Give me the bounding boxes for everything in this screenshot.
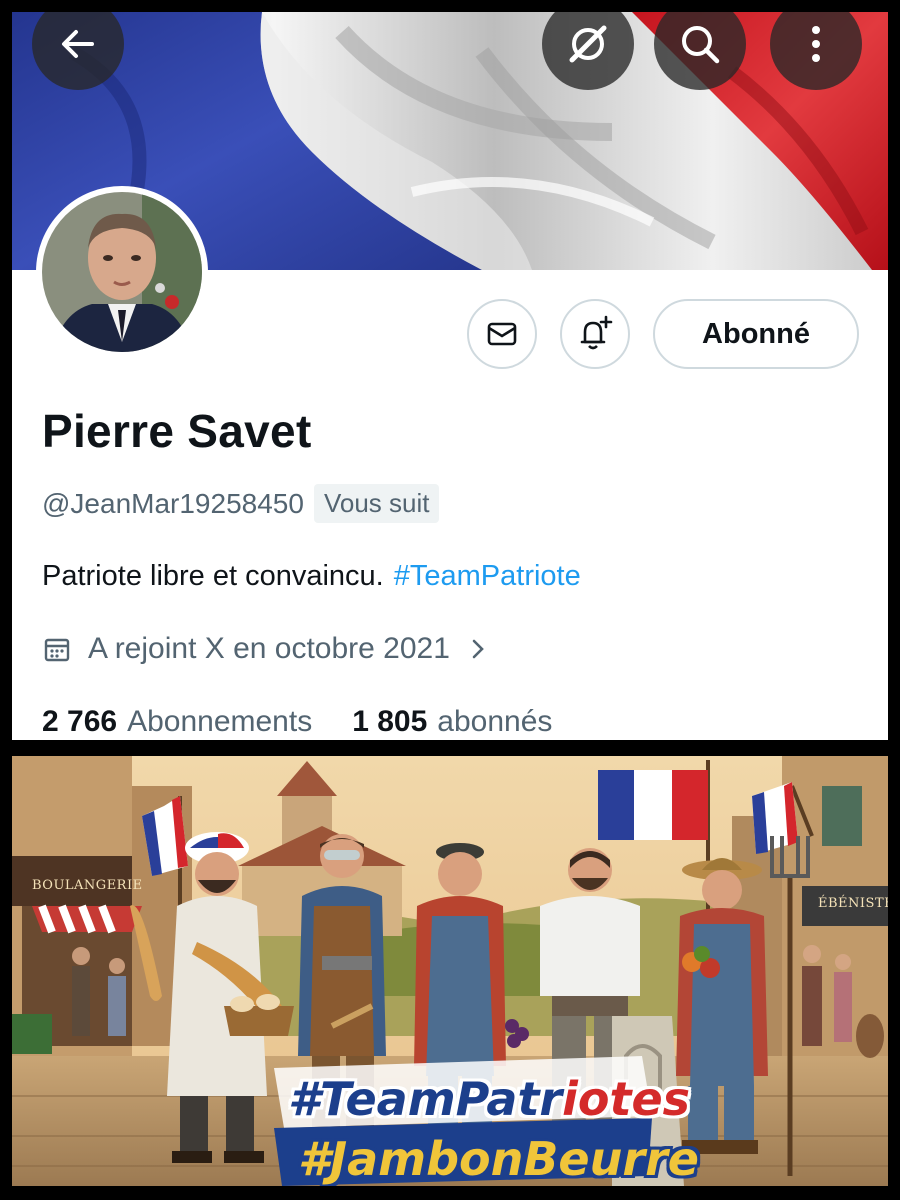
following-label: Abonnements: [127, 705, 313, 738]
message-button[interactable]: [467, 299, 537, 369]
followers-label: abonnés: [437, 705, 553, 738]
back-arrow-icon: [62, 30, 94, 58]
bakery-sign: BOULANGERIE: [32, 878, 143, 893]
joined-row[interactable]: A rejoint X en octobre 2021: [42, 632, 488, 666]
calendar-icon: [42, 634, 72, 664]
user-handle: @JeanMar19258450: [42, 487, 304, 519]
follows-you-badge: Vous suit: [313, 484, 440, 523]
grok-icon: [569, 25, 607, 63]
avatar[interactable]: [36, 186, 208, 358]
cabinetmaker-sign: ÉBÉNISTE: [818, 896, 888, 911]
more-vertical-icon: [812, 26, 820, 62]
tag1-part-a: #TeamPatr: [288, 1072, 563, 1126]
search-icon: [682, 26, 720, 64]
following-stat[interactable]: 2 766 Abonnements: [42, 705, 312, 739]
following-count: 2 766: [42, 705, 118, 738]
bio-hashtag-link[interactable]: #TeamPatriote: [394, 560, 581, 592]
following-button[interactable]: Abonné: [653, 299, 859, 369]
tag1-part-b: iotes: [562, 1072, 691, 1126]
followers-count: 1 805: [352, 705, 428, 738]
jambon-beurre-hashtag: #JambonBeurre: [298, 1132, 699, 1186]
followers-stat[interactable]: 1 805 abonnés: [352, 705, 552, 739]
avatar-photo: [42, 192, 202, 352]
chevron-right-icon: [468, 635, 488, 663]
display-name: Pierre Savet: [42, 405, 312, 457]
mail-icon: [487, 322, 517, 346]
stats-row: 2 766 Abonnements 1 805 abonnés: [42, 705, 552, 739]
notify-button[interactable]: [560, 299, 630, 369]
bio-text: Patriote libre et convaincu.: [42, 560, 384, 592]
handle-row: @JeanMar19258450 Vous suit: [42, 484, 440, 523]
profile-screen: Abonné Pierre Savet @JeanMar19258450 Vou…: [12, 12, 888, 740]
team-patriotes-hashtag: #TeamPatriotes: [288, 1072, 690, 1126]
team-patriotes-illustration: BOULANGERIE ÉBÉNISTE #TeamPatriotes #Jam…: [12, 756, 888, 1186]
bell-plus-icon: [580, 315, 613, 350]
bio: Patriote libre et convaincu. #TeamPatriot…: [42, 560, 581, 593]
joined-date: A rejoint X en octobre 2021: [88, 632, 450, 665]
